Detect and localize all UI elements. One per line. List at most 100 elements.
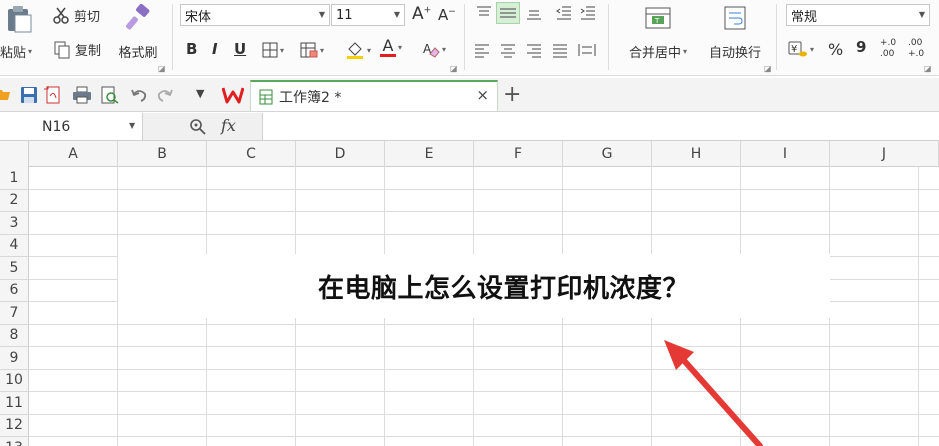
underline-button[interactable]: U xyxy=(234,40,246,58)
column-header-e[interactable]: E xyxy=(385,141,474,167)
fill-style-button[interactable]: ▾ xyxy=(300,42,324,58)
font-shrink-icon[interactable]: A− xyxy=(438,6,456,24)
align-left-icon[interactable] xyxy=(474,42,490,58)
divider xyxy=(608,4,609,70)
align-bottom-icon[interactable] xyxy=(526,5,542,21)
row-header-6[interactable]: 6 xyxy=(0,279,29,302)
merge-center-button[interactable]: T 合并居中 ▾ xyxy=(618,4,698,61)
number-format-value: 常规 xyxy=(791,9,818,25)
row-header-4[interactable]: 4 xyxy=(0,234,29,257)
row-header-12[interactable]: 12 xyxy=(0,414,29,437)
chevron-down-icon: ▾ xyxy=(367,45,372,55)
select-all-corner[interactable] xyxy=(0,141,29,167)
insert-function-icon[interactable]: fx xyxy=(221,116,236,135)
row-header-9[interactable]: 9 xyxy=(0,347,29,370)
font-color-button[interactable]: A ▾ xyxy=(380,38,402,57)
svg-text:T: T xyxy=(654,17,660,25)
ribbon-toolbar: 粘贴 ▾ 剪切 复制 格式刷 ◪ 宋体 ▼ 11 ▼ A+ A− B I U ▾… xyxy=(0,0,939,76)
copy-button[interactable]: 复制 xyxy=(54,40,101,59)
redo-icon[interactable] xyxy=(156,86,174,104)
zoom-search-icon[interactable] xyxy=(189,118,207,136)
indent-icon[interactable] xyxy=(580,5,596,21)
paste-label: 粘贴 xyxy=(0,46,27,61)
grid-line-horizontal xyxy=(29,323,939,325)
font-launcher-icon[interactable]: ◪ xyxy=(450,64,458,73)
row-header-8[interactable]: 8 xyxy=(0,324,29,347)
wrap-text-button[interactable]: 自动换行 xyxy=(702,4,768,61)
clipboard-launcher-icon[interactable]: ◪ xyxy=(158,64,166,73)
fill-color-button[interactable]: ▾ xyxy=(345,40,371,60)
print-icon[interactable] xyxy=(72,86,92,104)
row-header-1[interactable]: 1 xyxy=(0,167,29,190)
paste-button[interactable]: 粘贴 ▾ xyxy=(0,4,46,70)
clear-format-button[interactable]: A ▾ xyxy=(422,40,446,58)
row-header-2[interactable]: 2 xyxy=(0,189,29,212)
chevron-down-icon: ▼ xyxy=(318,10,325,19)
align-center-icon[interactable] xyxy=(500,42,516,58)
wps-logo-icon[interactable] xyxy=(222,86,244,104)
bold-button[interactable]: B xyxy=(186,40,197,58)
font-name-value: 宋体 xyxy=(185,9,212,25)
column-header-c[interactable]: C xyxy=(207,141,296,167)
name-box[interactable]: N16 xyxy=(0,113,143,140)
formula-bar: N16 ▼ fx xyxy=(0,113,939,141)
grid-line-horizontal xyxy=(29,346,939,347)
align-top-icon[interactable] xyxy=(476,5,492,21)
format-painter-button[interactable]: 格式刷 xyxy=(114,4,162,61)
chevron-down-icon[interactable]: ▼ xyxy=(129,121,135,130)
column-header-a[interactable]: A xyxy=(29,141,118,167)
percent-button[interactable]: % xyxy=(828,40,843,59)
currency-button[interactable]: ¥ ▾ xyxy=(788,40,814,58)
grid-line-horizontal xyxy=(29,233,939,235)
row-header-5[interactable]: 5 xyxy=(0,257,29,280)
font-grow-icon[interactable]: A+ xyxy=(412,4,431,24)
export-pdf-icon[interactable] xyxy=(44,86,64,104)
number-format-select[interactable]: 常规 ▼ xyxy=(786,4,930,26)
formula-input[interactable] xyxy=(264,113,939,140)
column-header-g[interactable]: G xyxy=(563,141,652,167)
column-header-b[interactable]: B xyxy=(118,141,207,167)
coins-icon: ¥ xyxy=(788,41,807,57)
cut-button[interactable]: 剪切 xyxy=(52,6,100,25)
font-color-swatch xyxy=(380,54,396,57)
grid-line-horizontal xyxy=(29,211,939,212)
font-size-select[interactable]: 11 ▼ xyxy=(331,4,405,26)
align-right-icon[interactable] xyxy=(526,42,542,58)
chevron-down-icon: ▼ xyxy=(918,10,925,19)
scissors-icon xyxy=(53,7,69,24)
row-header-3[interactable]: 3 xyxy=(0,212,29,235)
border-grid-icon xyxy=(262,42,278,58)
new-tab-button[interactable]: + xyxy=(503,82,521,107)
decrease-decimal-button[interactable]: .00 +.0 xyxy=(908,38,930,60)
column-header-f[interactable]: F xyxy=(474,141,563,167)
justify-icon[interactable] xyxy=(552,42,568,58)
print-preview-icon[interactable] xyxy=(100,86,120,104)
copy-icon xyxy=(54,41,70,58)
undo-icon[interactable] xyxy=(130,86,148,104)
chevron-down-icon: ▾ xyxy=(28,47,33,56)
tab-workbook[interactable]: 工作簿2 * × xyxy=(250,80,498,111)
customize-dropdown-icon[interactable]: ▼ xyxy=(196,87,204,100)
italic-button[interactable]: I xyxy=(212,40,218,58)
column-header-j[interactable]: J xyxy=(830,141,939,167)
column-header-d[interactable]: D xyxy=(296,141,385,167)
row-header-10[interactable]: 10 xyxy=(0,369,29,392)
row-header-13[interactable]: 13 xyxy=(0,437,29,446)
row-header-7[interactable]: 7 xyxy=(0,302,29,325)
row-header-11[interactable]: 11 xyxy=(0,392,29,415)
align-middle-button[interactable] xyxy=(496,2,520,24)
alignment-launcher-icon[interactable]: ◪ xyxy=(764,64,772,73)
save-icon[interactable] xyxy=(20,86,38,104)
brush-icon xyxy=(126,4,150,30)
close-tab-icon[interactable]: × xyxy=(476,86,489,104)
column-header-h[interactable]: H xyxy=(652,141,741,167)
number-launcher-icon[interactable]: ◪ xyxy=(924,64,932,73)
open-folder-icon[interactable] xyxy=(0,86,12,102)
column-header-i[interactable]: I xyxy=(741,141,830,167)
outdent-icon[interactable] xyxy=(556,5,572,21)
font-name-select[interactable]: 宋体 ▼ xyxy=(180,4,330,26)
borders-button[interactable]: ▾ xyxy=(262,42,284,58)
increase-decimal-button[interactable]: +.0 .00 xyxy=(880,38,902,60)
comma-button[interactable]: 9 xyxy=(856,38,866,56)
distribute-icon[interactable] xyxy=(578,42,596,58)
